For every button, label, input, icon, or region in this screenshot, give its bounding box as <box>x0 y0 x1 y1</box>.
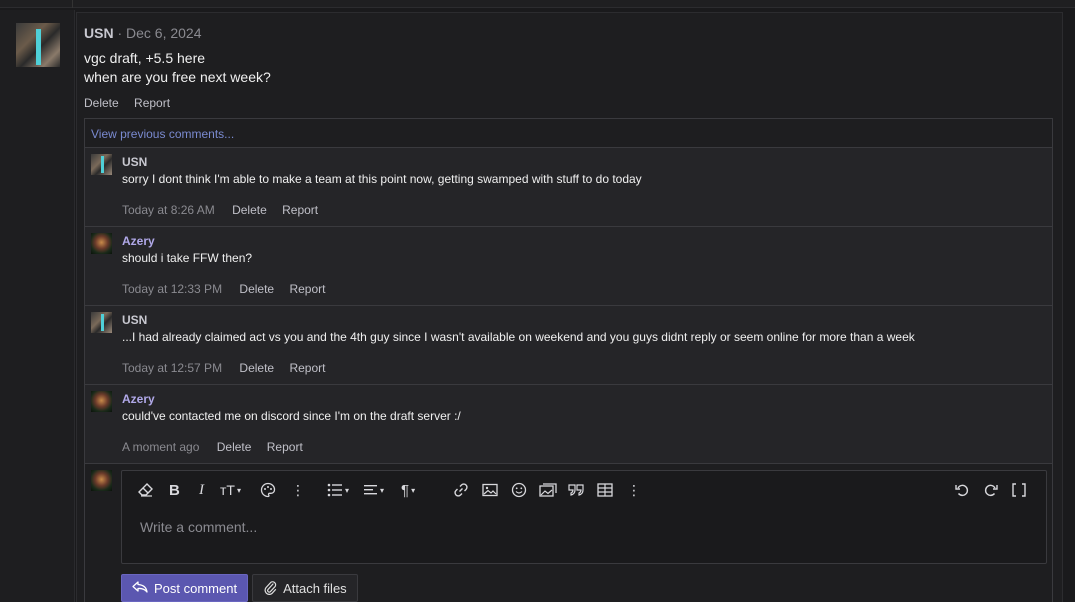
divider <box>72 0 73 8</box>
text-size-icon[interactable]: тT ▾ <box>220 480 241 500</box>
comment-actions: A moment ago Delete Report <box>122 440 315 454</box>
delete-link[interactable]: Delete <box>217 440 252 454</box>
avatar[interactable] <box>91 391 112 412</box>
more-icon[interactable]: ⋮ <box>291 480 305 500</box>
paperclip-icon <box>263 579 277 598</box>
comment-author[interactable]: USN <box>122 313 147 327</box>
reply-icon <box>132 580 148 597</box>
comment-time[interactable]: Today at 12:57 PM <box>122 361 222 375</box>
report-link[interactable]: Report <box>134 96 170 110</box>
palette-icon[interactable] <box>260 480 276 500</box>
post-text-line: vgc draft, +5.5 here <box>84 50 206 66</box>
comment-text: sorry I dont think I'm able to make a te… <box>122 172 642 186</box>
post-comment-button[interactable]: Post comment <box>121 574 249 602</box>
comment-text: ...I had already claimed act vs you and … <box>122 330 915 344</box>
editor-toolbar: B I тT ▾ ⋮ ▾ ▾ ¶ ▾ ⋮ <box>122 471 1046 511</box>
comment-author[interactable]: USN <box>122 155 147 169</box>
top-strip <box>0 0 1075 8</box>
redo-icon[interactable] <box>983 480 999 500</box>
avatar[interactable] <box>16 23 74 67</box>
comment-text: could've contacted me on discord since I… <box>122 409 461 423</box>
post-date[interactable]: · Dec 6, 2024 <box>117 25 201 41</box>
fullscreen-icon[interactable] <box>1012 480 1026 500</box>
comment-text: should i take FFW then? <box>122 251 253 265</box>
undo-icon[interactable] <box>954 480 970 500</box>
delete-link[interactable]: Delete <box>239 361 274 375</box>
comments-section: View previous comments... USN sorry I do… <box>84 118 1053 602</box>
side-column <box>0 10 75 602</box>
report-link[interactable]: Report <box>289 282 325 296</box>
quote-icon[interactable] <box>568 480 584 500</box>
post-actions: Delete Report <box>84 96 182 110</box>
italic-icon[interactable]: I <box>199 480 204 500</box>
report-link[interactable]: Report <box>289 361 325 375</box>
emoji-icon[interactable] <box>511 480 527 500</box>
reply-form: B I тT ▾ ⋮ ▾ ▾ ¶ ▾ ⋮ Write a comment... … <box>85 464 1052 602</box>
attach-files-label: Attach files <box>283 580 347 596</box>
avatar[interactable] <box>91 312 112 333</box>
post-text-line: when are you free next week? <box>84 69 271 85</box>
more-icon[interactable]: ⋮ <box>627 480 641 500</box>
comment-time[interactable]: A moment ago <box>122 440 199 454</box>
post-meta: USN · Dec 6, 2024 <box>84 25 202 41</box>
comment-item: USN sorry I dont think I'm able to make … <box>85 148 1052 227</box>
comment-time[interactable]: Today at 8:26 AM <box>122 203 215 217</box>
comment-actions: Today at 8:26 AM Delete Report <box>122 203 330 217</box>
post-comment-label: Post comment <box>154 580 238 596</box>
reply-buttons: Post comment Attach files <box>121 574 358 602</box>
comment-item: USN ...I had already claimed act vs you … <box>85 306 1052 385</box>
comment-editor[interactable]: B I тT ▾ ⋮ ▾ ▾ ¶ ▾ ⋮ Write a comment... <box>121 470 1047 564</box>
report-link[interactable]: Report <box>282 203 318 217</box>
comment-input-placeholder[interactable]: Write a comment... <box>140 519 257 535</box>
view-previous-comments-link[interactable]: View previous comments... <box>85 119 1052 148</box>
bold-icon[interactable]: B <box>169 480 180 500</box>
image-icon[interactable] <box>482 480 498 500</box>
avatar[interactable] <box>91 233 112 254</box>
paragraph-icon[interactable]: ¶ ▾ <box>401 480 415 500</box>
delete-link[interactable]: Delete <box>232 203 267 217</box>
table-icon[interactable] <box>597 480 613 500</box>
post-author[interactable]: USN <box>84 25 114 41</box>
link-icon[interactable] <box>453 480 469 500</box>
delete-link[interactable]: Delete <box>239 282 274 296</box>
align-icon[interactable]: ▾ <box>364 480 384 500</box>
avatar <box>91 470 112 491</box>
comment-author[interactable]: Azery <box>122 234 155 248</box>
media-icon[interactable] <box>539 480 557 500</box>
attach-files-button[interactable]: Attach files <box>252 574 358 602</box>
report-link[interactable]: Report <box>267 440 303 454</box>
delete-link[interactable]: Delete <box>84 96 119 110</box>
comment-actions: Today at 12:57 PM Delete Report <box>122 361 337 375</box>
avatar[interactable] <box>91 154 112 175</box>
eraser-icon[interactable] <box>138 480 154 500</box>
comment-time[interactable]: Today at 12:33 PM <box>122 282 222 296</box>
comment-actions: Today at 12:33 PM Delete Report <box>122 282 337 296</box>
comment-author[interactable]: Azery <box>122 392 155 406</box>
comment-item: Azery could've contacted me on discord s… <box>85 385 1052 464</box>
comment-item: Azery should i take FFW then? Today at 1… <box>85 227 1052 306</box>
list-icon[interactable]: ▾ <box>327 480 349 500</box>
